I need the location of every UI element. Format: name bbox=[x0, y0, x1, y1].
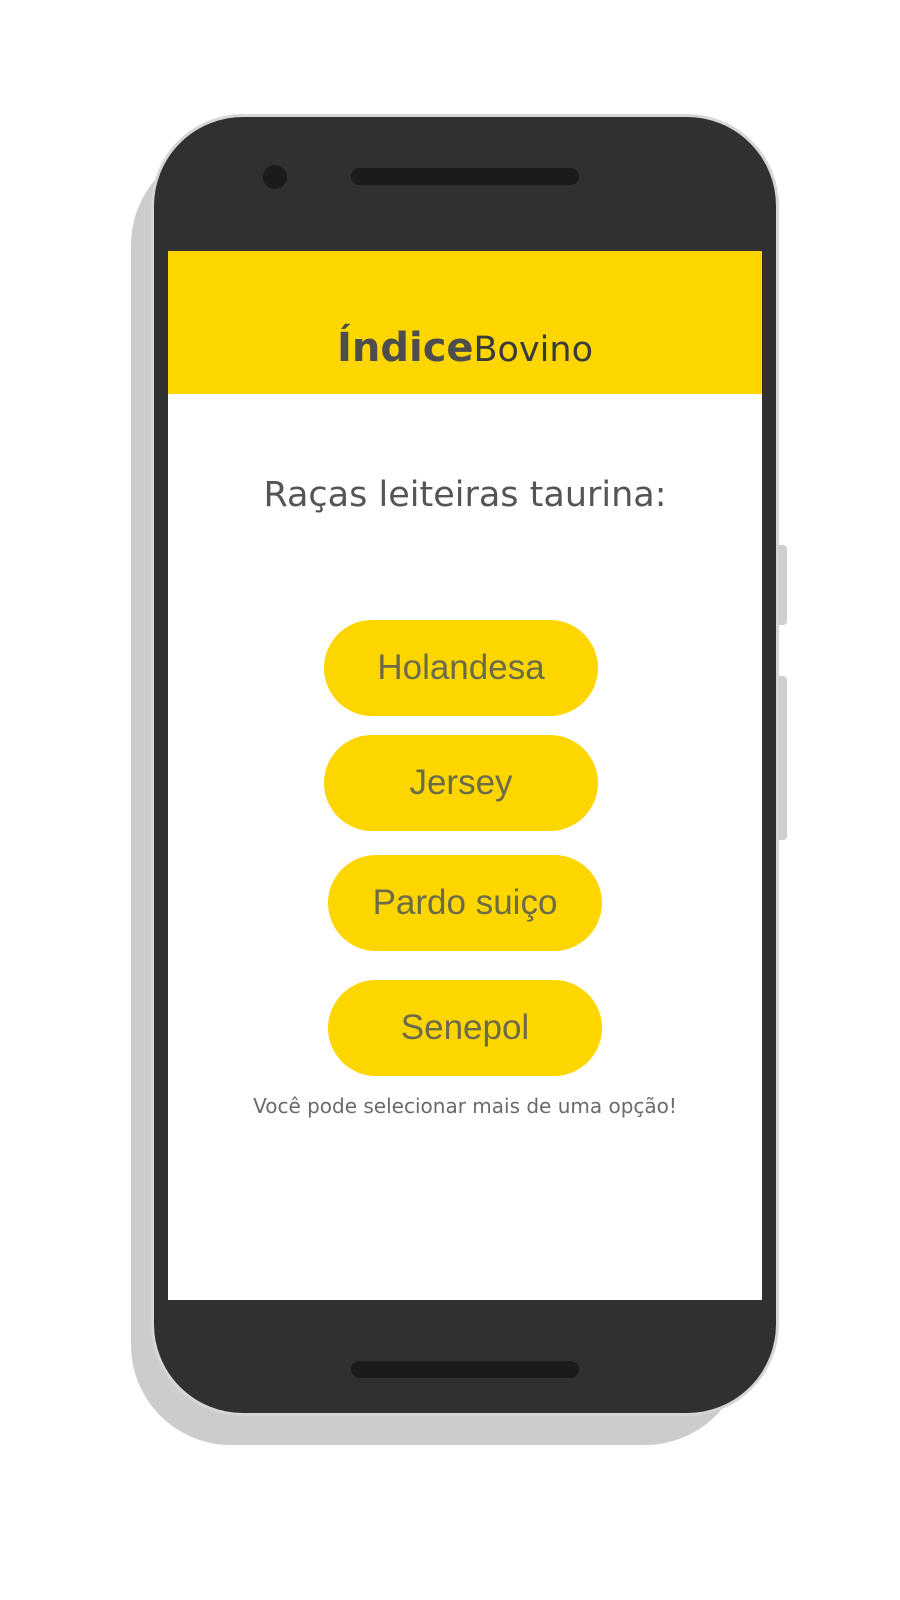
app-logo: ÍndiceBovino bbox=[168, 325, 762, 371]
app-screen: ÍndiceBovino Raças leiteiras taurina: Ho… bbox=[168, 251, 762, 1300]
power-button bbox=[779, 545, 787, 625]
logo-bold-text: Índice bbox=[336, 325, 474, 371]
multi-select-hint: Você pode selecionar mais de uma opção! bbox=[253, 1094, 677, 1118]
breed-button-senepol[interactable]: Senepol bbox=[328, 980, 602, 1076]
breed-button-pardo-suico[interactable]: Pardo suiço bbox=[328, 855, 602, 951]
earpiece-speaker bbox=[351, 168, 579, 185]
breed-button-holandesa[interactable]: Holandesa bbox=[324, 620, 598, 716]
breed-button-jersey[interactable]: Jersey bbox=[324, 735, 598, 831]
app-bar: ÍndiceBovino bbox=[168, 251, 762, 394]
logo-light-text: Bovino bbox=[473, 330, 593, 370]
front-camera bbox=[263, 165, 287, 189]
page-title: Raças leiteiras taurina: bbox=[263, 475, 667, 515]
bottom-speaker bbox=[351, 1361, 579, 1378]
volume-button bbox=[779, 676, 787, 840]
mockup-stage: ÍndiceBovino Raças leiteiras taurina: Ho… bbox=[0, 0, 900, 1600]
